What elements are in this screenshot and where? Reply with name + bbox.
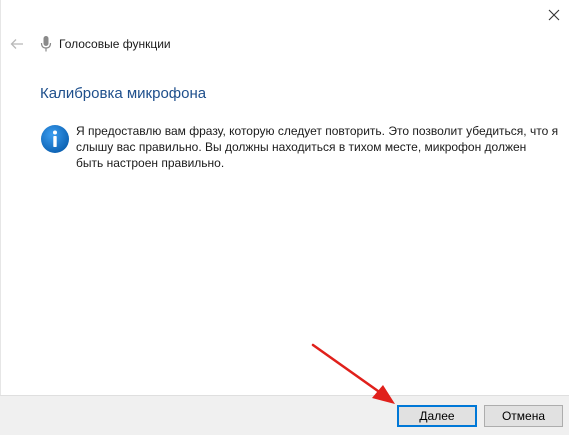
annotation-arrow: [311, 343, 395, 404]
window-edge: [0, 0, 1, 435]
page-heading: Калибровка микрофона: [40, 85, 207, 102]
wizard-title: Голосовые функции: [59, 37, 171, 51]
cancel-button[interactable]: Отмена: [484, 405, 563, 427]
back-arrow-icon: [10, 39, 23, 49]
close-button[interactable]: [539, 0, 569, 30]
info-message: Я предоставлю вам фразу, которую следует…: [76, 124, 559, 170]
info-icon: [41, 125, 69, 153]
wizard-window: Голосовые функции Калибровка микрофона Я…: [0, 0, 569, 435]
next-button[interactable]: Далее: [397, 405, 477, 427]
back-button[interactable]: [6, 33, 28, 55]
close-icon: [548, 9, 560, 21]
microphone-icon: [40, 36, 52, 52]
